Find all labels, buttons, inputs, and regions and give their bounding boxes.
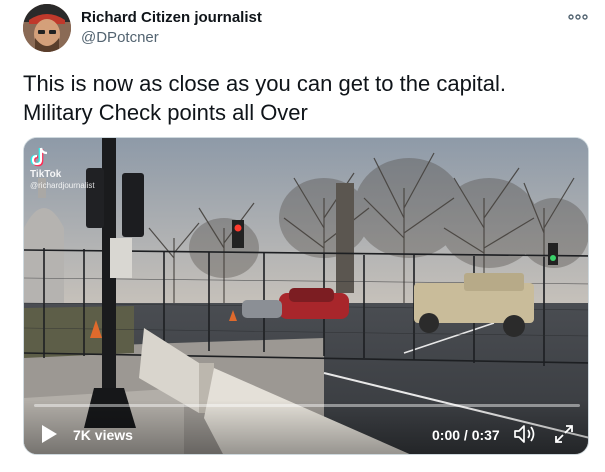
- volume-icon[interactable]: [513, 423, 537, 445]
- video-player[interactable]: TikTok @richardjournalist 7K views 0:00 …: [23, 137, 589, 455]
- tiktok-watermark: TikTok @richardjournalist: [30, 146, 95, 190]
- avatar-image: [23, 4, 71, 52]
- tweet-text-line-2: Military Check points all Over: [23, 100, 308, 125]
- tiktok-logo-icon: [30, 147, 48, 167]
- progress-bar[interactable]: [34, 404, 580, 407]
- avatar[interactable]: [23, 4, 71, 52]
- fullscreen-icon[interactable]: [553, 423, 575, 445]
- author-name[interactable]: Richard Citizen journalist: [81, 9, 262, 26]
- tweet-text-line-1: This is now as close as you can get to t…: [23, 71, 507, 96]
- view-count: 7K views: [73, 427, 133, 443]
- video-time: 0:00 / 0:37: [432, 427, 500, 443]
- tiktok-username: @richardjournalist: [30, 181, 95, 190]
- more-dots-icon[interactable]: [566, 9, 590, 25]
- author-handle[interactable]: @DPotcner: [81, 29, 159, 46]
- tweet-card[interactable]: Richard Citizen journalist @DPotcner Thi…: [0, 0, 605, 472]
- tweet-text: This is now as close as you can get to t…: [23, 69, 593, 127]
- tiktok-brand: TikTok: [30, 169, 62, 180]
- play-icon[interactable]: [38, 423, 60, 445]
